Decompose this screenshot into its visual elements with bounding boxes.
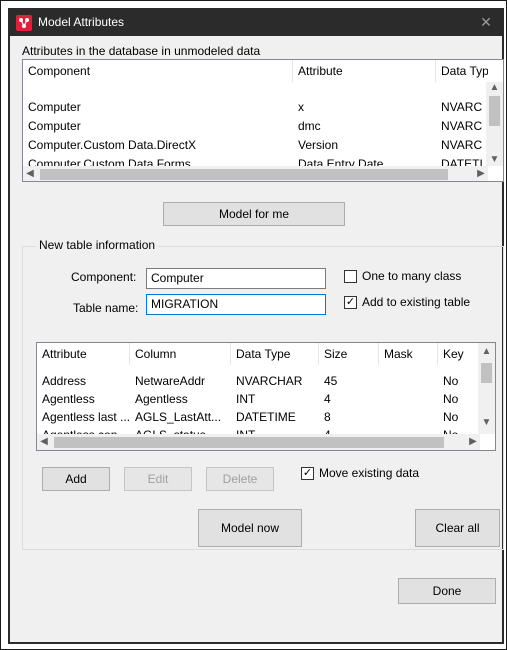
cell-size: 8 [324, 410, 331, 424]
cell-key: No [443, 374, 459, 388]
cell-attribute: Version [298, 138, 339, 152]
one-to-many-label[interactable]: One to many class [362, 269, 461, 283]
cell-key: No [443, 410, 459, 424]
window-title: Model Attributes [38, 15, 125, 29]
scroll-thumb[interactable] [481, 363, 492, 383]
cell-attribute: x [298, 100, 304, 114]
cell-component: Computer [28, 100, 81, 114]
scroll-thumb[interactable] [489, 96, 500, 126]
scroll-thumb[interactable] [40, 169, 448, 180]
cell-column: AGLS_status [130, 427, 231, 434]
cell-component: Computer [28, 119, 81, 133]
move-existing-label[interactable]: Move existing data [319, 466, 419, 480]
cell-attribute: Agentless last ... [42, 410, 130, 424]
cell-mask [379, 373, 438, 389]
cell-size: 4 [319, 427, 379, 434]
scroll-right-icon[interactable]: ▶ [466, 436, 480, 449]
move-existing-checkbox[interactable]: ✓ [301, 467, 314, 480]
table-name-label: Table name: [73, 301, 139, 315]
scroll-up-icon[interactable]: ▲ [478, 346, 495, 358]
scroll-thumb[interactable] [54, 437, 444, 448]
cell-key: No [438, 427, 480, 434]
scroll-down-icon[interactable]: ▼ [478, 417, 495, 429]
scroll-right-icon[interactable]: ▶ [474, 168, 488, 181]
edit-button[interactable]: Edit [124, 467, 192, 491]
scroll-down-icon[interactable]: ▼ [486, 154, 503, 166]
done-button[interactable]: Done [398, 578, 496, 604]
cell-datatype: NVARC [441, 138, 483, 152]
cell-attribute: Agentless [42, 392, 95, 406]
cell-component: Computer.Custom Data.DirectX [28, 138, 197, 152]
component-label: Component: [71, 270, 137, 284]
cell-column: Agentless [135, 392, 188, 406]
delete-button[interactable]: Delete [206, 467, 274, 491]
model-now-button[interactable]: Model now [198, 509, 302, 547]
column-header-mask[interactable]: Mask [379, 343, 438, 365]
column-header-component[interactable]: Component [23, 60, 293, 82]
cell-size: 4 [324, 392, 331, 406]
column-header-attribute[interactable]: Attribute [293, 60, 436, 82]
horizontal-scrollbar[interactable]: ◀ ▶ [23, 166, 488, 181]
cell-column: AGLS_LastAtt... [135, 410, 222, 424]
cell-mask [379, 409, 438, 425]
cell-attribute: Address [42, 374, 87, 388]
table-name-field[interactable]: MIGRATION [146, 294, 326, 315]
app-logo-icon [16, 15, 32, 31]
cell-datatype: INT [231, 427, 319, 434]
cell-column: NetwareAddr [135, 374, 206, 388]
cell-datatype: NVARCHAR [236, 374, 303, 388]
title-bar: Model Attributes ✕ [10, 10, 502, 36]
scroll-left-icon[interactable]: ◀ [23, 168, 37, 181]
column-header-size[interactable]: Size [319, 343, 379, 365]
close-icon[interactable]: ✕ [476, 13, 496, 31]
column-header-key[interactable]: Key [438, 343, 480, 365]
column-header-datatype[interactable]: Data Type [231, 343, 319, 365]
cell-datatype: DATETIME [236, 410, 296, 424]
cell-mask [379, 427, 438, 434]
unmodeled-attributes-grid[interactable]: Component Attribute Data Typ Computer x … [22, 59, 504, 182]
column-header-column[interactable]: Column [130, 343, 231, 365]
attribute-mapping-grid[interactable]: Attribute Column Data Type Size Mask Key… [36, 342, 496, 451]
one-to-many-checkbox[interactable] [344, 270, 357, 283]
cell-attribute: dmc [298, 119, 321, 133]
scroll-left-icon[interactable]: ◀ [37, 436, 51, 449]
vertical-scrollbar[interactable]: ▲ ▼ [486, 82, 503, 166]
add-to-existing-checkbox[interactable]: ✓ [344, 296, 357, 309]
vertical-scrollbar[interactable]: ▲ ▼ [478, 343, 495, 434]
component-field[interactable]: Computer [146, 268, 326, 289]
clear-all-button[interactable]: Clear all [415, 509, 500, 547]
cell-attribute: Agentless con... [37, 427, 130, 434]
model-for-me-button[interactable]: Model for me [163, 202, 345, 226]
horizontal-scrollbar[interactable]: ◀ ▶ [37, 434, 480, 450]
cell-datatype: INT [236, 392, 256, 406]
add-to-existing-label[interactable]: Add to existing table [362, 295, 470, 309]
unmodeled-attributes-label: Attributes in the database in unmodeled … [22, 44, 261, 58]
cell-key: No [443, 392, 459, 406]
cell-size: 45 [324, 374, 338, 388]
column-header-datatype[interactable]: Data Typ [436, 60, 488, 82]
scroll-up-icon[interactable]: ▲ [486, 82, 503, 94]
cell-datatype: NVARC [441, 100, 483, 114]
cell-mask [379, 391, 438, 407]
cell-datatype: NVARC [441, 119, 483, 133]
new-table-group-label: New table information [36, 238, 159, 252]
add-button[interactable]: Add [42, 467, 110, 491]
column-header-attribute[interactable]: Attribute [37, 343, 130, 365]
